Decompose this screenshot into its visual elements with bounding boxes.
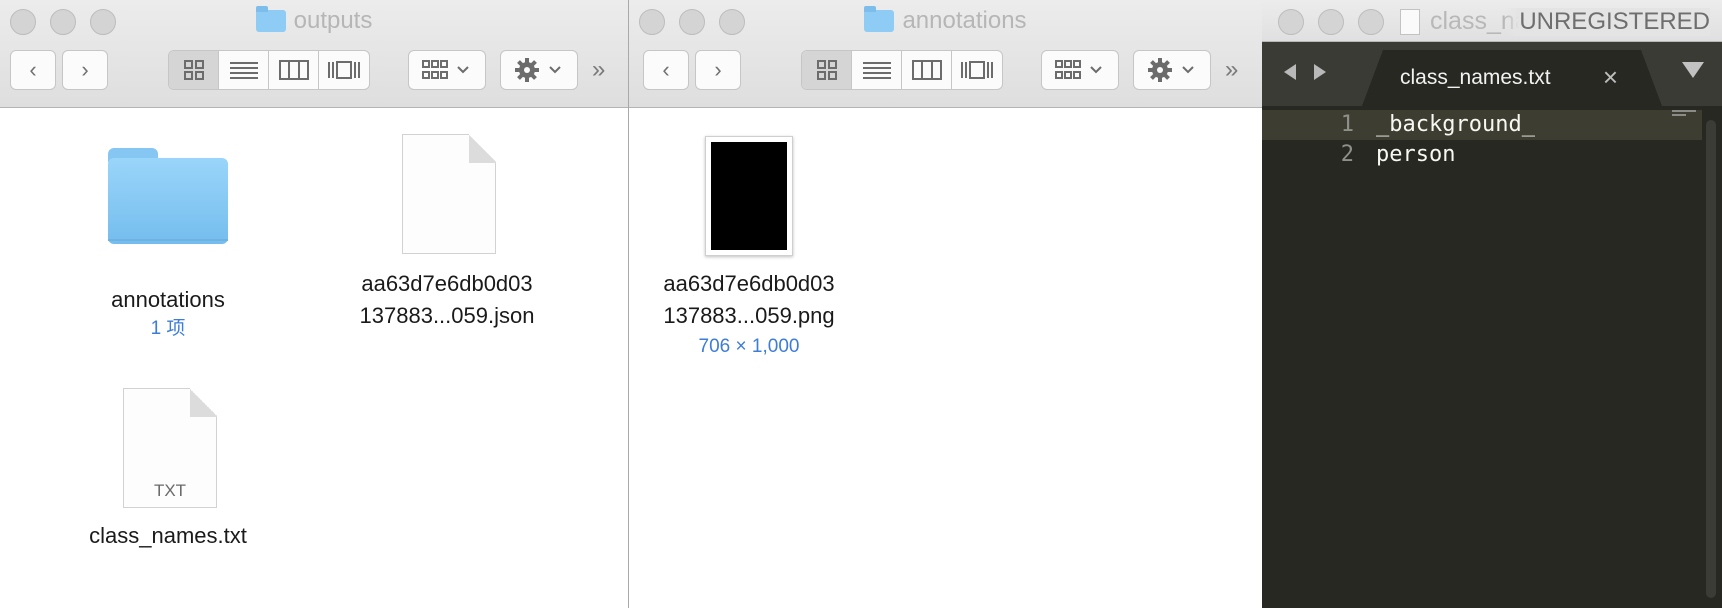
unregistered-label: UNREGISTERED: [1505, 8, 1710, 36]
file-type-label: TXT: [153, 481, 187, 500]
arrange-icon: [1055, 60, 1102, 79]
file-name-line1: aa63d7e6db0d03: [361, 271, 533, 296]
list-icon: [862, 62, 891, 79]
action-button[interactable]: [500, 50, 578, 90]
line-number: 2: [1340, 142, 1354, 167]
back-button[interactable]: ‹: [10, 50, 56, 90]
finder-content: annotations 1 项 aa63d7e6db0d03 137883...…: [0, 108, 628, 608]
folder-icon: [255, 6, 286, 32]
tab-bar: class_names.txt ×: [1262, 42, 1722, 106]
arrange-button[interactable]: [408, 50, 486, 90]
list-view-button[interactable]: [219, 51, 269, 89]
grid-icon: [816, 60, 837, 80]
finder-toolbar: annotations ‹ › »: [629, 0, 1262, 108]
code-line[interactable]: person: [1376, 142, 1455, 167]
chevron-right-icon: ›: [81, 57, 89, 82]
folder-icon: [864, 6, 895, 32]
arrange-button[interactable]: [1041, 50, 1119, 90]
cover-flow-icon: [961, 61, 993, 79]
toolbar-overflow-button[interactable]: »: [592, 56, 606, 84]
forward-button[interactable]: ›: [695, 50, 741, 90]
file-name: annotations: [111, 287, 225, 312]
page-fold: [469, 134, 496, 163]
window-title-text: outputs: [293, 7, 373, 34]
column-view-button[interactable]: [902, 51, 952, 89]
grid-icon: [183, 60, 204, 80]
tab-class-names[interactable]: class_names.txt ×: [1362, 50, 1662, 106]
tab-label: class_names.txt: [1400, 66, 1551, 89]
gear-icon: [1148, 58, 1194, 82]
text-editor-window: class_na UNREGISTERED class_names.txt × …: [1262, 0, 1722, 608]
page-fold: [190, 388, 217, 417]
close-tab-icon[interactable]: ×: [1603, 62, 1618, 93]
image-thumbnail: [705, 136, 793, 256]
tab-nav-arrows-icon: [1284, 64, 1326, 80]
file-item-json[interactable]: aa63d7e6db0d03 137883...059.json: [336, 124, 558, 344]
columns-icon: [911, 60, 942, 80]
vertical-scrollbar[interactable]: [1706, 120, 1716, 598]
minimize-window-button[interactable]: [1318, 9, 1344, 35]
tab-nav-arrows[interactable]: [1284, 62, 1326, 88]
list-view-button[interactable]: [852, 51, 902, 89]
folder-icon: [108, 148, 228, 244]
icon-view-button[interactable]: [169, 51, 219, 89]
file-item-annotations[interactable]: annotations 1 项: [56, 132, 280, 339]
cover-flow-icon: [328, 61, 360, 79]
chevron-right-icon: ›: [714, 57, 722, 82]
view-mode-control: [801, 50, 1003, 90]
gear-icon: [515, 58, 561, 82]
file-item-png[interactable]: aa63d7e6db0d03 137883...059.png 706 × 1,…: [637, 124, 861, 364]
window-title: annotations: [629, 6, 1262, 36]
window-title: outputs: [0, 6, 628, 36]
forward-button[interactable]: ›: [62, 50, 108, 90]
arrange-icon: [422, 60, 469, 79]
file-name-line2: 137883...059.json: [359, 303, 535, 328]
image-dimensions: 706 × 1,000: [698, 336, 800, 357]
list-icon: [229, 62, 258, 79]
desktop: outputs ‹ › » annotations 1 项 aa63d7e6db…: [0, 0, 1722, 608]
finder-content: aa63d7e6db0d03 137883...059.png 706 × 1,…: [629, 108, 1262, 608]
toolbar-overflow-button[interactable]: »: [1225, 56, 1239, 84]
file-name-line1: aa63d7e6db0d03: [663, 271, 835, 296]
minimap[interactable]: [1672, 110, 1696, 120]
line-number-gutter: 1 2: [1262, 106, 1364, 608]
file-name: class_names.txt: [89, 523, 247, 548]
traffic-lights: [1278, 9, 1384, 35]
zoom-window-button[interactable]: [1358, 9, 1384, 35]
finder-window-annotations: annotations ‹ › » aa63d7e6db0d03 137883.…: [628, 0, 1262, 608]
gallery-view-button[interactable]: [952, 51, 1002, 89]
file-item-class-names[interactable]: TXT class_names.txt: [56, 372, 280, 572]
file-name-line2: 137883...059.png: [663, 303, 835, 328]
column-view-button[interactable]: [269, 51, 319, 89]
back-button[interactable]: ‹: [643, 50, 689, 90]
view-mode-control: [168, 50, 370, 90]
document-icon: [1400, 9, 1420, 36]
tab-menu-icon[interactable]: [1682, 62, 1704, 78]
close-window-button[interactable]: [1278, 9, 1304, 35]
gallery-view-button[interactable]: [319, 51, 369, 89]
window-title-text: annotations: [902, 7, 1027, 34]
columns-icon: [278, 60, 309, 80]
chevron-left-icon: ‹: [662, 57, 670, 82]
finder-toolbar: outputs ‹ › »: [0, 0, 628, 108]
chevron-left-icon: ‹: [29, 57, 37, 82]
code-line[interactable]: _background_: [1376, 112, 1535, 137]
finder-window-outputs: outputs ‹ › » annotations 1 项 aa63d7e6db…: [0, 0, 628, 608]
editor-titlebar: class_na UNREGISTERED: [1262, 0, 1722, 42]
line-number: 1: [1340, 112, 1354, 137]
action-button[interactable]: [1133, 50, 1211, 90]
item-count: 1 项: [150, 318, 186, 339]
icon-view-button[interactable]: [802, 51, 852, 89]
